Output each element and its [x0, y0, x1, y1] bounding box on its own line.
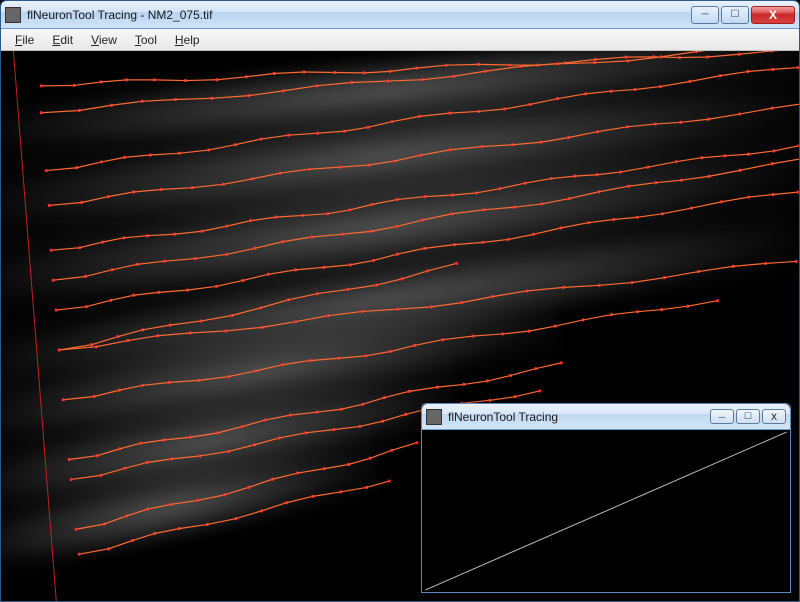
main-window-controls: ─ ☐ X: [691, 6, 795, 24]
app-icon: [5, 7, 21, 23]
menu-file[interactable]: File: [7, 31, 42, 49]
menu-view[interactable]: View: [83, 31, 125, 49]
menu-help[interactable]: Help: [167, 31, 208, 49]
main-window: flNeuronTool Tracing - NM2_075.tif ─ ☐ X…: [0, 0, 800, 602]
menubar: File Edit View Tool Help: [1, 29, 799, 51]
minimize-button[interactable]: ─: [691, 6, 719, 24]
main-title: flNeuronTool Tracing - NM2_075.tif: [27, 8, 691, 22]
sub-close-button[interactable]: X: [762, 409, 786, 424]
menu-edit[interactable]: Edit: [44, 31, 81, 49]
main-titlebar[interactable]: flNeuronTool Tracing - NM2_075.tif ─ ☐ X: [1, 1, 799, 29]
tracing-canvas[interactable]: flNeuronTool Tracing ─ ☐ X: [1, 51, 799, 601]
app-icon: [426, 409, 442, 425]
sub-titlebar[interactable]: flNeuronTool Tracing ─ ☐ X: [422, 404, 790, 430]
sub-window-controls: ─ ☐ X: [710, 409, 786, 424]
sub-title: flNeuronTool Tracing: [448, 410, 710, 424]
menu-tool[interactable]: Tool: [127, 31, 165, 49]
sub-canvas[interactable]: [422, 430, 790, 592]
maximize-button[interactable]: ☐: [721, 6, 749, 24]
sub-maximize-button[interactable]: ☐: [736, 409, 760, 424]
sub-window[interactable]: flNeuronTool Tracing ─ ☐ X: [421, 403, 791, 593]
sub-trace-overlay: [422, 430, 790, 592]
close-button[interactable]: X: [751, 6, 795, 24]
sub-minimize-button[interactable]: ─: [710, 409, 734, 424]
